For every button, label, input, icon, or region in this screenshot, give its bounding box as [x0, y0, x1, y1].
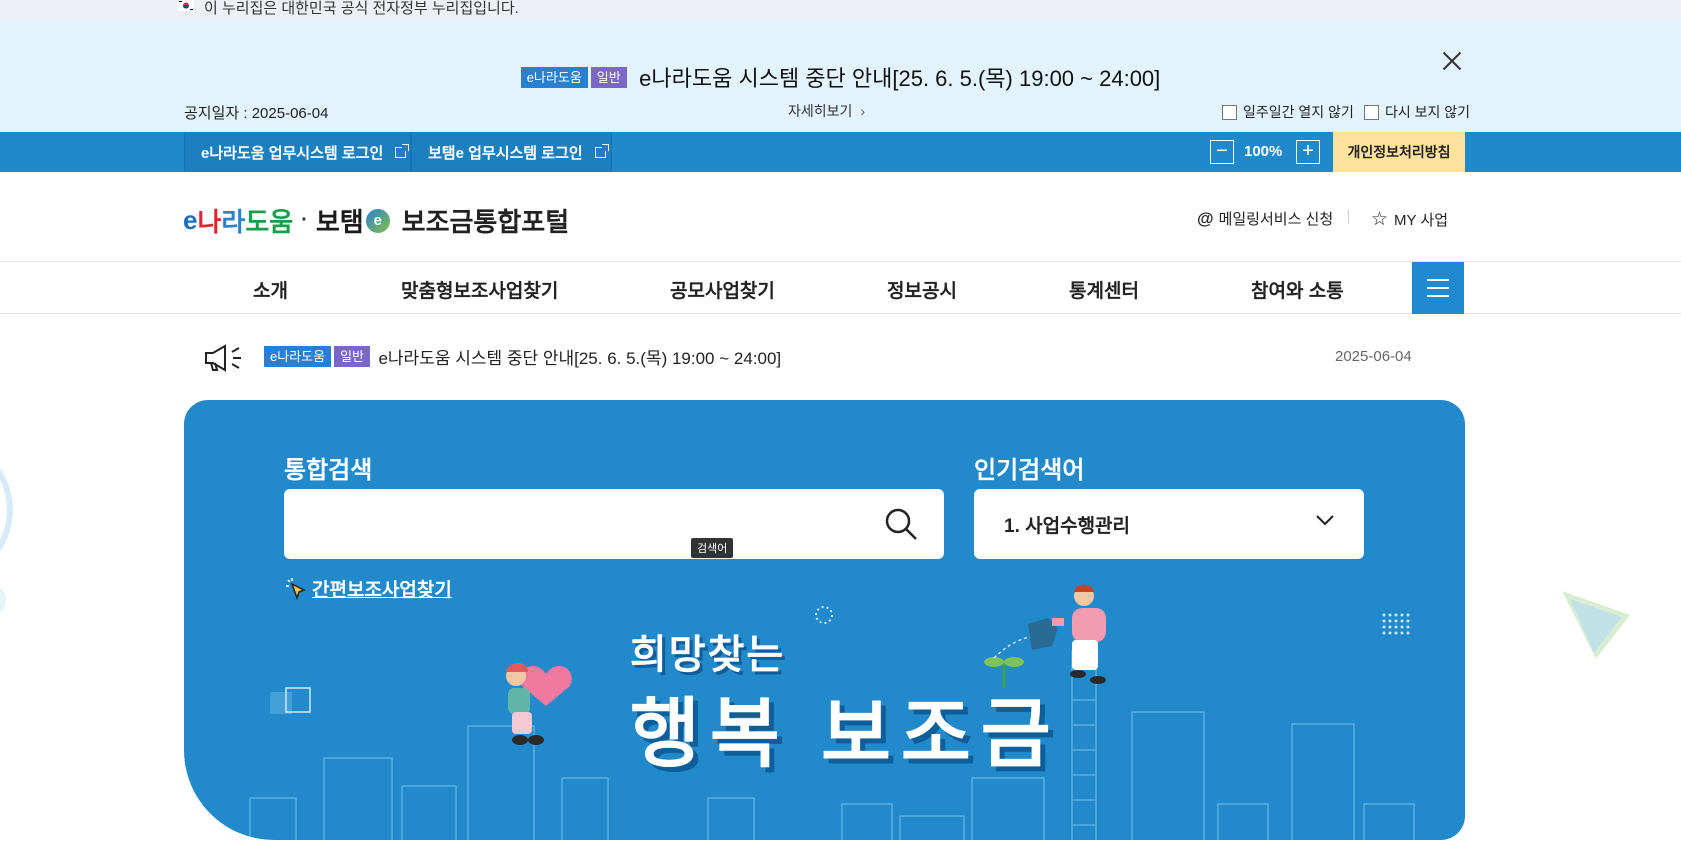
main-navigation: 소개 맞춤형보조사업찾기 공모사업찾기 정보공시 통계센터 참여와 소통	[0, 262, 1681, 314]
checkbox-box[interactable]	[1364, 104, 1379, 120]
notice-detail-link[interactable]: 자세히보기 ›	[788, 101, 865, 121]
nav-statistics[interactable]: 통계센터	[1069, 276, 1139, 303]
news-ticker: e나라도움 일반 e나라도움 시스템 중단 안내[25. 6. 5.(목) 19:…	[0, 340, 1681, 374]
hide-week-checkbox[interactable]: 일주일간 열지 않기	[1222, 102, 1354, 122]
zoom-level: 100%	[1244, 143, 1283, 160]
logo-ra: 라	[221, 207, 246, 237]
my-business-link[interactable]: ☆ MY 사업	[1371, 208, 1448, 231]
site-logo[interactable]: e 나 라 도움 · 보탬 e 보조금통합포털	[183, 202, 569, 239]
external-link-icon	[395, 143, 410, 158]
hide-week-label: 일주일간 열지 않기	[1243, 104, 1354, 120]
search-label: 통합검색	[284, 457, 373, 484]
logo-botaem: 보탬	[315, 207, 364, 237]
notice-detail-label: 자세히보기	[788, 103, 853, 119]
news-date: 2025-06-04	[1335, 348, 1412, 365]
play-shape-decoration	[1562, 591, 1630, 659]
botaem-login-link[interactable]: 보탬e 업무시스템 로그인	[411, 132, 612, 172]
popular-search-label: 인기검색어	[974, 457, 1085, 484]
slogan-big: 행복 보조금	[630, 692, 1061, 777]
decorative-circle	[0, 468, 13, 613]
search-box	[284, 489, 944, 559]
nav-custom-search[interactable]: 맞춤형보조사업찾기	[401, 276, 558, 303]
news-row: e나라도움 일반 e나라도움 시스템 중단 안내[25. 6. 5.(목) 19:…	[264, 344, 781, 369]
utility-bar: e나라도움 업무시스템 로그인 보탬e 업무시스템 로그인 − 100% + 개…	[0, 132, 1681, 172]
news-badge-type: 일반	[334, 346, 370, 367]
notice-title-row: e나라도움 일반 e나라도움 시스템 중단 안내[25. 6. 5.(목) 19:…	[0, 61, 1681, 93]
hide-forever-checkbox[interactable]: 다시 보지 않기	[1364, 102, 1470, 122]
mailing-service-link[interactable]: @ 메일링서비스 신청	[1197, 208, 1333, 229]
nav-disclosure[interactable]: 정보공시	[887, 276, 957, 303]
logo-na: 나	[197, 207, 222, 237]
site-header: e 나 라 도움 · 보탬 e 보조금통합포털 @ 메일링서비스 신청 ☆ MY 사업	[0, 172, 1681, 262]
chevron-right-icon: ›	[860, 103, 866, 119]
my-business-label: MY 사업	[1394, 212, 1449, 229]
notice-popup: e나라도움 일반 e나라도움 시스템 중단 안내[25. 6. 5.(목) 19:…	[0, 21, 1681, 132]
quick-subsidy-search-link[interactable]: 간편보조사업찾기	[284, 575, 452, 602]
mailing-label: 메일링서비스 신청	[1218, 211, 1334, 228]
logo-do: 도움	[245, 207, 294, 237]
at-icon: @	[1197, 208, 1214, 228]
man-watering-illustration	[1028, 584, 1106, 684]
external-link-icon	[594, 143, 609, 158]
zoom-out-button[interactable]: −	[1210, 140, 1234, 164]
nav-intro[interactable]: 소개	[253, 276, 288, 303]
enaradoum-login-link[interactable]: e나라도움 업무시스템 로그인	[184, 132, 411, 172]
click-cursor-icon	[286, 577, 306, 600]
gov-banner-text: 이 누리집은 대한민국 공식 전자정부 누리집입니다.	[204, 0, 519, 17]
nav-participation[interactable]: 참여와 소통	[1251, 276, 1344, 303]
korea-flag-icon	[178, 0, 194, 11]
search-icon[interactable]	[884, 507, 918, 541]
news-title-link[interactable]: e나라도움 시스템 중단 안내[25. 6. 5.(목) 19:00 ~ 24:…	[378, 349, 781, 368]
hamburger-menu-button[interactable]	[1412, 262, 1464, 314]
hero-search-panel: 통합검색 검색어 인기검색어 1. 사업수행관리 간편보조사업찾기 희망찾는 행…	[184, 400, 1465, 840]
popular-search-dropdown[interactable]: 1. 사업수행관리	[974, 489, 1364, 559]
star-icon: ☆	[1371, 209, 1389, 230]
notice-title[interactable]: e나라도움 시스템 중단 안내[25. 6. 5.(목) 19:00 ~ 24:…	[639, 66, 1160, 91]
notice-badge-type: 일반	[590, 66, 627, 88]
search-tooltip: 검색어	[691, 538, 734, 558]
chevron-down-icon	[1316, 515, 1334, 526]
girl-heart-illustration	[506, 663, 572, 745]
logo-dot: ·	[301, 209, 308, 231]
search-input[interactable]	[304, 489, 864, 559]
hide-forever-label: 다시 보지 않기	[1385, 104, 1471, 120]
news-badge-site: e나라도움	[264, 346, 332, 367]
logo-portal-name: 보조금통합포털	[401, 207, 570, 237]
zoom-in-button[interactable]: +	[1296, 140, 1320, 164]
botaem-e-icon: e	[365, 208, 390, 233]
megaphone-icon	[205, 344, 241, 372]
checkbox-box[interactable]	[1222, 104, 1237, 120]
popular-search-selected: 1. 사업수행관리	[1004, 516, 1131, 537]
gov-banner: 이 누리집은 대한민국 공식 전자정부 누리집입니다.	[0, 0, 1681, 21]
nav-public-offer[interactable]: 공모사업찾기	[670, 276, 775, 303]
quick-link-label: 간편보조사업찾기	[312, 580, 452, 601]
enaradoum-login-label: e나라도움 업무시스템 로그인	[201, 144, 384, 162]
notice-badge-site: e나라도움	[520, 66, 588, 88]
privacy-policy-link[interactable]: 개인정보처리방침	[1333, 132, 1465, 172]
logo-e: e	[183, 205, 198, 235]
notice-date: 공지일자 : 2025-06-04	[184, 105, 329, 122]
botaem-login-label: 보탬e 업무시스템 로그인	[428, 144, 583, 162]
header-divider	[1348, 210, 1349, 224]
